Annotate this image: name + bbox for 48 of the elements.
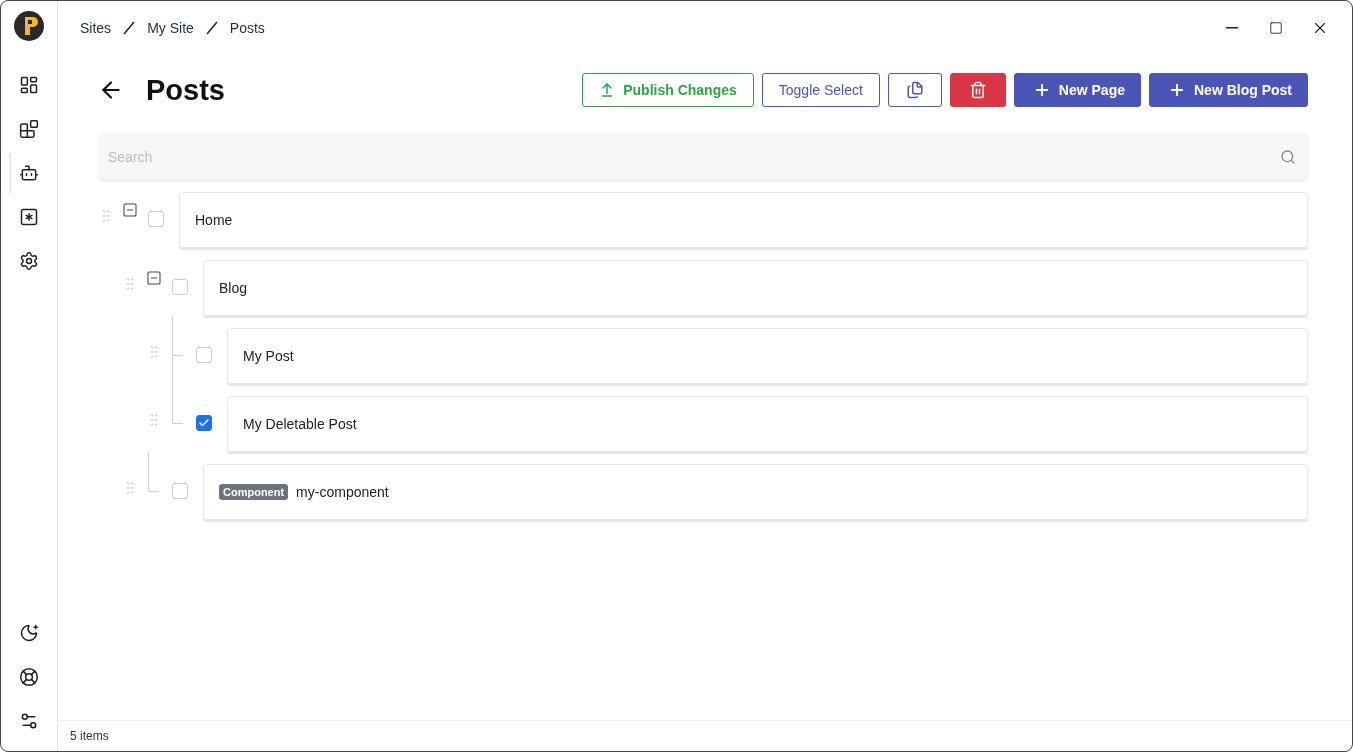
copy-button[interactable] <box>887 73 942 107</box>
component-tag: Component <box>219 484 289 500</box>
item-label: My Deletable Post <box>243 416 357 432</box>
page-title: Posts <box>146 73 226 107</box>
tree-item-card[interactable]: My Post <box>227 328 1308 384</box>
tree-connector <box>148 452 160 492</box>
robot-icon <box>19 163 39 183</box>
dashboard-icon <box>19 75 39 95</box>
asterisk-square-icon <box>19 207 39 227</box>
item-label: Home <box>195 212 233 228</box>
plus-icon <box>1168 81 1186 99</box>
collapse-toggle[interactable] <box>146 270 162 286</box>
delete-button[interactable] <box>949 73 1006 107</box>
row-checkbox[interactable] <box>172 483 188 499</box>
new-button[interactable]: New Page <box>1013 73 1141 107</box>
breadcrumb-link[interactable]: Sites <box>80 20 112 36</box>
tree-item-card[interactable]: Blog <box>203 260 1308 316</box>
lifebuoy-icon <box>19 667 39 687</box>
status-text: 5 items <box>70 729 109 743</box>
collapse-toggle[interactable] <box>122 202 138 218</box>
row-checkbox[interactable] <box>148 211 164 227</box>
breadcrumb-link[interactable]: Posts <box>229 20 265 36</box>
slash-separator-icon <box>121 20 138 36</box>
toggle-select-button[interactable]: Toggle Select <box>761 73 880 107</box>
item-label: Blog <box>219 280 248 296</box>
search-field[interactable]: Search <box>98 133 1308 180</box>
moon-icon <box>19 623 39 643</box>
checkmark-icon <box>198 417 210 429</box>
trash-icon <box>968 81 987 99</box>
copy-icon <box>905 81 924 99</box>
sliders-icon <box>19 711 39 731</box>
tree-item-card[interactable]: Component my-component <box>203 464 1308 520</box>
row-checkbox[interactable] <box>172 279 188 295</box>
app-logo <box>14 11 44 41</box>
breadcrumb-link[interactable]: My Site <box>147 20 194 36</box>
tree-item-card[interactable]: My Deletable Post <box>227 396 1308 452</box>
settings-icon <box>19 251 39 271</box>
row-checkbox[interactable] <box>196 347 212 363</box>
item-label: My Post <box>243 348 294 364</box>
blocks-icon <box>19 119 39 139</box>
item-label: my-component <box>296 484 389 500</box>
maximize-icon <box>1269 21 1283 35</box>
slash-separator-icon <box>203 20 220 36</box>
tree-item-card[interactable]: Home <box>179 192 1308 248</box>
new-button[interactable]: New Blog Post <box>1149 73 1308 107</box>
row-checkbox[interactable] <box>196 415 212 431</box>
minimize-icon <box>1226 27 1238 29</box>
search-icon <box>1280 149 1296 165</box>
